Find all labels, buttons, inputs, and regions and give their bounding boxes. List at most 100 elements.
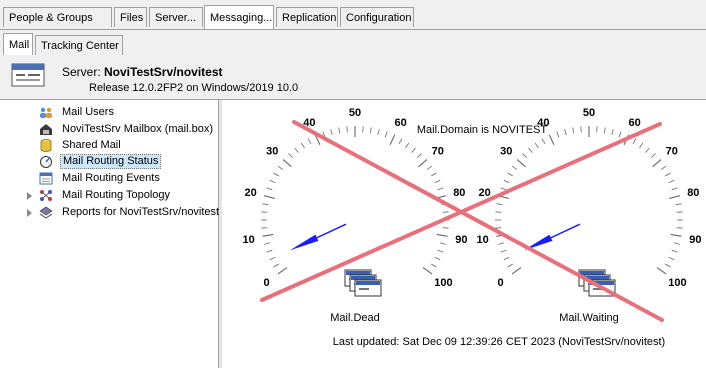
gauge-minor-tick <box>668 179 675 184</box>
gauge-tick-label: 70 <box>432 146 444 158</box>
gauge-minor-tick <box>442 211 449 213</box>
nav-item-mail-routing-topology[interactable]: Mail Routing Topology <box>0 188 218 203</box>
envelope-header <box>351 276 375 280</box>
gauge-major-tick <box>389 134 396 146</box>
mail-nav-tree: Mail Users NoviTestSrv Mailbox (mail.box… <box>0 100 219 368</box>
gauge-tick-label: 10 <box>477 234 489 246</box>
gauge-minor-tick <box>528 147 533 153</box>
gauge-minor-tick <box>273 263 279 268</box>
server-title: Server: NoviTestSrv/novitest <box>62 65 223 79</box>
nav-item-label: Reports for NoviTestSrv/novitest <box>62 206 220 218</box>
gauge-minor-tick <box>330 129 333 136</box>
gauge-minor-tick <box>611 129 614 136</box>
tab-mail[interactable]: Mail <box>3 33 33 55</box>
gauge-minor-tick <box>676 227 683 229</box>
gauge-minor-tick <box>572 127 575 134</box>
server-release: Release 12.0.2FP2 on Windows/2019 10.0 <box>89 82 299 94</box>
gauge-minor-tick <box>261 211 268 213</box>
gauge-minor-tick <box>500 187 507 191</box>
expand-arrow-icon[interactable] <box>27 192 32 200</box>
gauge-minor-tick <box>673 242 680 245</box>
envelope-header <box>580 271 604 275</box>
gauge-minor-tick <box>556 131 560 138</box>
gauge-minor-tick <box>503 179 510 184</box>
gauge-major-tick <box>670 233 682 237</box>
gauge-minor-tick <box>437 249 444 253</box>
gauge-minor-tick <box>495 227 502 229</box>
cross-line <box>292 120 664 322</box>
gauge-minor-tick <box>580 126 582 133</box>
gauge-minor-tick <box>338 127 341 134</box>
gauge-minor-tick <box>522 153 528 159</box>
nav-item-reports[interactable]: Reports for NoviTestSrv/novitest <box>0 205 220 220</box>
envelope-header <box>356 281 380 285</box>
messaging-subtab-bar: Mail Tracking Center <box>0 29 706 57</box>
gauge-minor-tick <box>676 211 683 213</box>
gauge-minor-tick <box>671 187 678 191</box>
gauge-minor-tick <box>416 153 422 159</box>
gauge-minor-tick <box>405 142 410 149</box>
tab-files[interactable]: Files <box>114 7 147 27</box>
gauge-major-tick <box>656 267 667 275</box>
nav-item-mail-users[interactable]: Mail Users <box>0 105 218 120</box>
gauge-tick-label: 0 <box>497 277 503 289</box>
gauge-major-tick <box>422 267 433 275</box>
gauge-tick-label: 20 <box>479 187 491 199</box>
server-prefix: Server: <box>62 65 105 79</box>
gauge-minor-tick <box>596 126 598 133</box>
gauge-tick-label: 40 <box>537 117 549 129</box>
gauge-major-tick <box>511 267 522 275</box>
gauge-tick-label: 10 <box>243 234 255 246</box>
nav-item-label: Mail Routing Status <box>60 154 162 169</box>
nav-item-mail-routing-events[interactable]: Mail Routing Events <box>0 171 218 186</box>
gauge-tick-label: 0 <box>263 277 269 289</box>
gauge-minor-tick <box>377 129 380 136</box>
main-tab-bar: People & Groups Files Server... Messagin… <box>0 0 706 32</box>
gauge-minor-tick <box>439 242 446 245</box>
nav-item-mail-routing-status[interactable]: Mail Routing Status <box>0 154 218 169</box>
tab-tracking-center[interactable]: Tracking Center <box>35 35 123 55</box>
nav-item-label: Shared Mail <box>62 139 121 151</box>
gauge-minor-tick <box>665 172 671 177</box>
gauge-tick-label: 70 <box>666 146 678 158</box>
gauge-minor-tick <box>431 263 437 268</box>
gauge-tick-label: 60 <box>395 117 407 129</box>
envelope-line <box>359 288 369 290</box>
gauge-minor-tick <box>273 172 279 177</box>
gauge-minor-tick <box>264 242 271 245</box>
gauge-major-tick <box>436 233 448 237</box>
database-icon <box>40 139 52 152</box>
gauge-tick-label: 60 <box>629 117 641 129</box>
gauge-tick-label: 90 <box>689 234 701 246</box>
gauge-minor-tick <box>442 227 449 229</box>
gauge-minor-tick <box>665 263 671 268</box>
tab-people-groups[interactable]: People & Groups <box>3 7 112 27</box>
gauge-minor-tick <box>437 187 444 191</box>
gauge-tick-label: 80 <box>687 187 699 199</box>
expand-arrow-icon[interactable] <box>27 209 32 217</box>
gauge-minor-tick <box>645 147 650 153</box>
gauge-minor-tick <box>426 165 433 170</box>
gauge-tick-label: 90 <box>455 234 467 246</box>
tab-replication[interactable]: Replication <box>276 7 338 27</box>
tab-server[interactable]: Server... <box>149 7 203 27</box>
gauge-minor-tick <box>639 142 644 149</box>
gauge-needle-shaft <box>316 223 347 239</box>
gauge-minor-tick <box>675 203 682 206</box>
tab-messaging[interactable]: Messaging... <box>204 5 274 29</box>
gauge-minor-tick <box>384 131 388 138</box>
nav-item-shared-mail[interactable]: Shared Mail <box>0 138 218 153</box>
gauge-minor-tick <box>632 138 637 144</box>
gauge-major-tick <box>418 159 428 168</box>
gauge-minor-tick <box>307 138 312 144</box>
nav-item-label: Mail Users <box>62 106 114 118</box>
gauge-needle-shaft <box>550 223 581 239</box>
gauge-major-tick <box>282 159 292 168</box>
gauge-minor-tick <box>398 138 403 144</box>
tab-configuration[interactable]: Configuration <box>340 7 414 27</box>
gauge-major-tick <box>652 159 662 168</box>
gauge-minor-tick <box>511 165 518 170</box>
gauge-minor-tick <box>294 147 299 153</box>
gauge-minor-tick <box>269 256 276 261</box>
nav-item-mailbox[interactable]: NoviTestSrv Mailbox (mail.box) <box>0 122 218 137</box>
